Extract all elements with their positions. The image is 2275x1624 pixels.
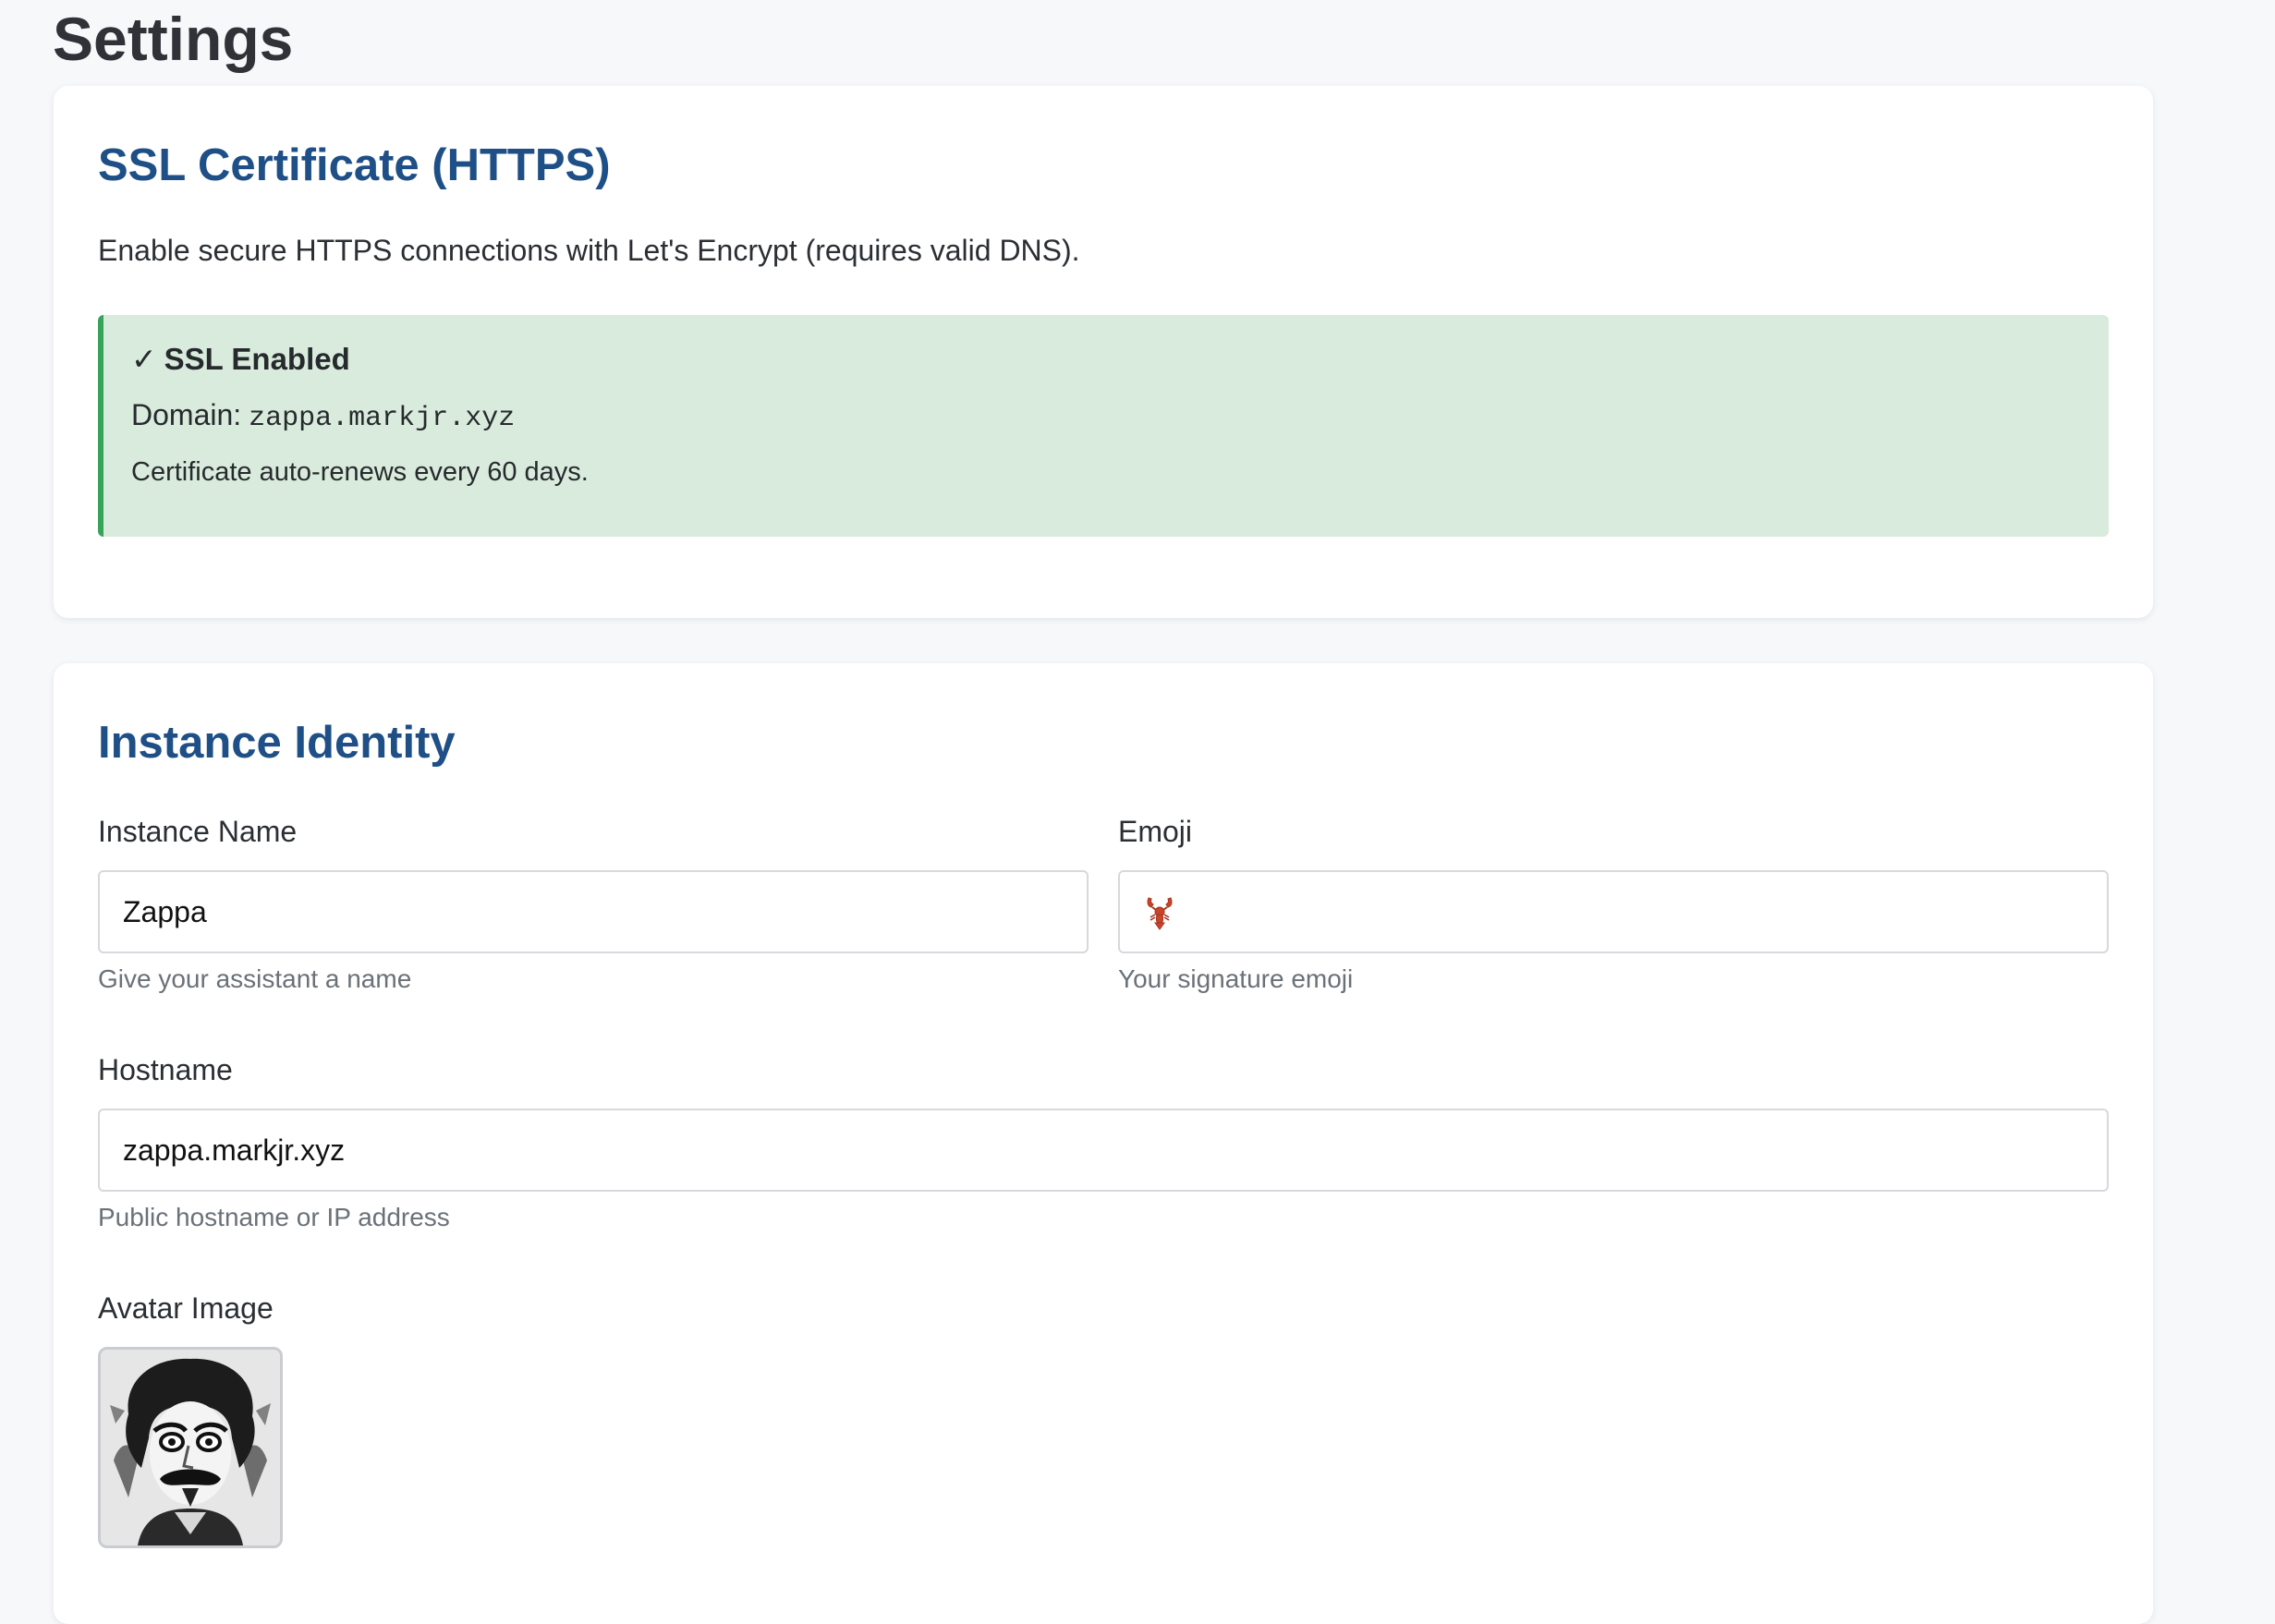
ssl-card-title: SSL Certificate (HTTPS) (98, 140, 611, 190)
hostname-help: Public hostname or IP address (98, 1203, 450, 1231)
ssl-status-heading: ✓ SSL Enabled (131, 339, 350, 380)
instance-name-label: Instance Name (98, 815, 298, 848)
instance-name-input[interactable] (98, 870, 1089, 953)
page-title: Settings (53, 5, 294, 73)
instance-identity-card: Instance Identity Instance Name Give you… (54, 663, 2153, 1624)
hostname-label: Hostname (98, 1053, 233, 1086)
instance-name-help: Give your assistant a name (98, 964, 412, 993)
ssl-domain-label: Domain: (131, 398, 242, 431)
ssl-domain-value: zappa.markjr.xyz (249, 403, 516, 434)
avatar-label: Avatar Image (98, 1291, 274, 1325)
ssl-domain-row: Domain: zappa.markjr.xyz (131, 394, 515, 439)
avatar-image[interactable] (98, 1347, 283, 1548)
emoji-help: Your signature emoji (1118, 964, 1354, 993)
instance-identity-title: Instance Identity (98, 718, 456, 768)
ssl-status-banner: ✓ SSL Enabled Domain: zappa.markjr.xyz Ce… (98, 315, 2109, 537)
emoji-label: Emoji (1118, 815, 1193, 848)
ssl-status-label: SSL Enabled (164, 342, 350, 376)
ssl-card: SSL Certificate (HTTPS) Enable secure HT… (54, 86, 2153, 618)
ssl-renew-note: Certificate auto-renews every 60 days. (131, 457, 589, 487)
ssl-description: Enable secure HTTPS connections with Let… (98, 234, 1080, 267)
avatar-portrait-image (101, 1350, 280, 1545)
hostname-input[interactable] (98, 1109, 2109, 1192)
lobster-icon (1147, 897, 1173, 930)
emoji-input[interactable] (1118, 870, 2109, 953)
check-icon: ✓ (131, 342, 157, 376)
